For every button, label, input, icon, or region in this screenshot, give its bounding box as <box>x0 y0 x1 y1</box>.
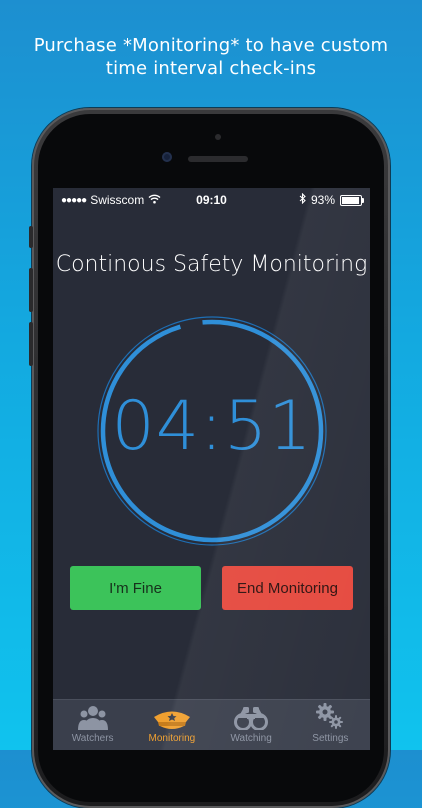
status-bar: ●●●●● Swisscom 09:10 93% <box>53 188 370 210</box>
tab-label-watchers: Watchers <box>71 733 114 744</box>
tab-label-watching: Watching <box>230 733 272 744</box>
bluetooth-icon <box>299 192 306 207</box>
tab-watching[interactable]: Watching <box>212 700 291 750</box>
tab-bar: Watchers Monitoring Watching Settings <box>53 699 370 750</box>
app-screen: ●●●●● Swisscom 09:10 93% Continous Safet… <box>53 188 370 750</box>
police-cap-icon <box>153 711 190 729</box>
watchers-icon <box>77 706 108 730</box>
tab-label-monitoring: Monitoring <box>148 733 196 744</box>
volume-down-button <box>29 322 33 366</box>
tab-watchers[interactable]: Watchers <box>53 700 132 750</box>
volume-up-button <box>29 268 33 312</box>
tab-settings[interactable]: Settings <box>291 700 370 750</box>
binoculars-icon <box>234 707 269 730</box>
end-monitoring-button[interactable]: End Monitoring <box>222 566 353 610</box>
front-camera <box>162 152 172 162</box>
countdown-timer: 04:51 <box>94 313 330 549</box>
promo-caption: Purchase *Monitoring* to have custom tim… <box>0 34 422 80</box>
battery-icon <box>340 194 364 206</box>
im-fine-button[interactable]: I'm Fine <box>70 566 201 610</box>
proximity-sensor <box>215 134 221 140</box>
tab-monitoring[interactable]: Monitoring <box>132 700 211 750</box>
timer-value: 04:51 <box>111 387 313 466</box>
mute-switch <box>29 226 33 248</box>
gears-icon <box>316 703 344 729</box>
battery-percent: 93% <box>310 193 335 207</box>
tab-label-settings: Settings <box>312 733 349 744</box>
promo-line-2: time interval check-ins <box>105 58 317 79</box>
promo-line-1: Purchase *Monitoring* to have custom <box>33 35 389 56</box>
page-title: Continous Safety Monitoring <box>55 252 368 277</box>
earpiece-speaker <box>188 156 248 162</box>
